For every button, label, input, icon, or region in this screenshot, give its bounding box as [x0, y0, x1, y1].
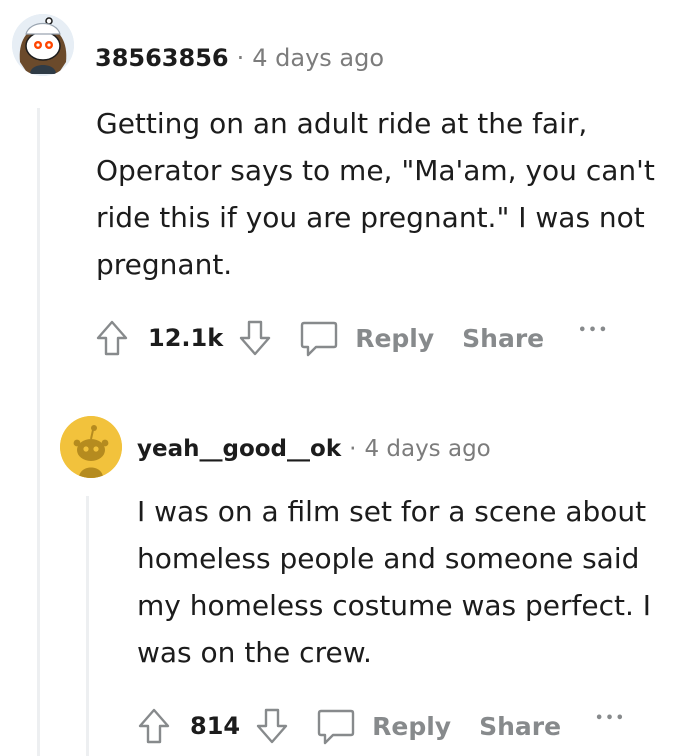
reply-icon[interactable] — [314, 704, 358, 748]
thread-line-top[interactable] — [37, 108, 40, 756]
snoo-avatar-icon — [60, 416, 122, 478]
comment-body: Getting on an adult ride at the fair, Op… — [96, 107, 655, 281]
share-button[interactable]: Share — [462, 324, 544, 353]
avatar[interactable] — [12, 14, 74, 76]
username[interactable]: 38563856 — [95, 44, 229, 72]
share-button[interactable]: Share — [479, 712, 561, 741]
reply-button[interactable]: Reply — [355, 324, 434, 353]
thread-line-reply[interactable] — [86, 496, 89, 756]
comment-actions: 814 Reply Share ••• — [134, 704, 626, 748]
more-options-button[interactable]: ••• — [578, 323, 609, 338]
more-options-button[interactable]: ••• — [595, 711, 626, 726]
timestamp[interactable]: 4 days ago — [252, 44, 384, 72]
meta-separator: · — [349, 436, 357, 462]
comment-meta: 38563856 · 4 days ago — [95, 44, 384, 72]
comment-actions: 12.1k Reply Share ••• — [92, 316, 609, 360]
username[interactable]: yeah__good__ok — [137, 436, 341, 462]
comment-body: I was on a film set for a scene about ho… — [137, 495, 652, 669]
avatar[interactable] — [60, 416, 122, 478]
upvote-icon[interactable] — [134, 704, 174, 748]
snoo-avatar-icon — [12, 14, 74, 76]
comment-meta: yeah__good__ok · 4 days ago — [137, 436, 491, 462]
reply-button[interactable]: Reply — [372, 712, 451, 741]
reply-icon[interactable] — [297, 316, 341, 360]
upvote-icon[interactable] — [92, 316, 132, 360]
meta-separator: · — [236, 44, 245, 72]
vote-score: 12.1k — [148, 324, 224, 352]
vote-score: 814 — [190, 712, 241, 740]
downvote-icon[interactable] — [235, 316, 275, 360]
timestamp[interactable]: 4 days ago — [364, 436, 490, 462]
downvote-icon[interactable] — [252, 704, 292, 748]
